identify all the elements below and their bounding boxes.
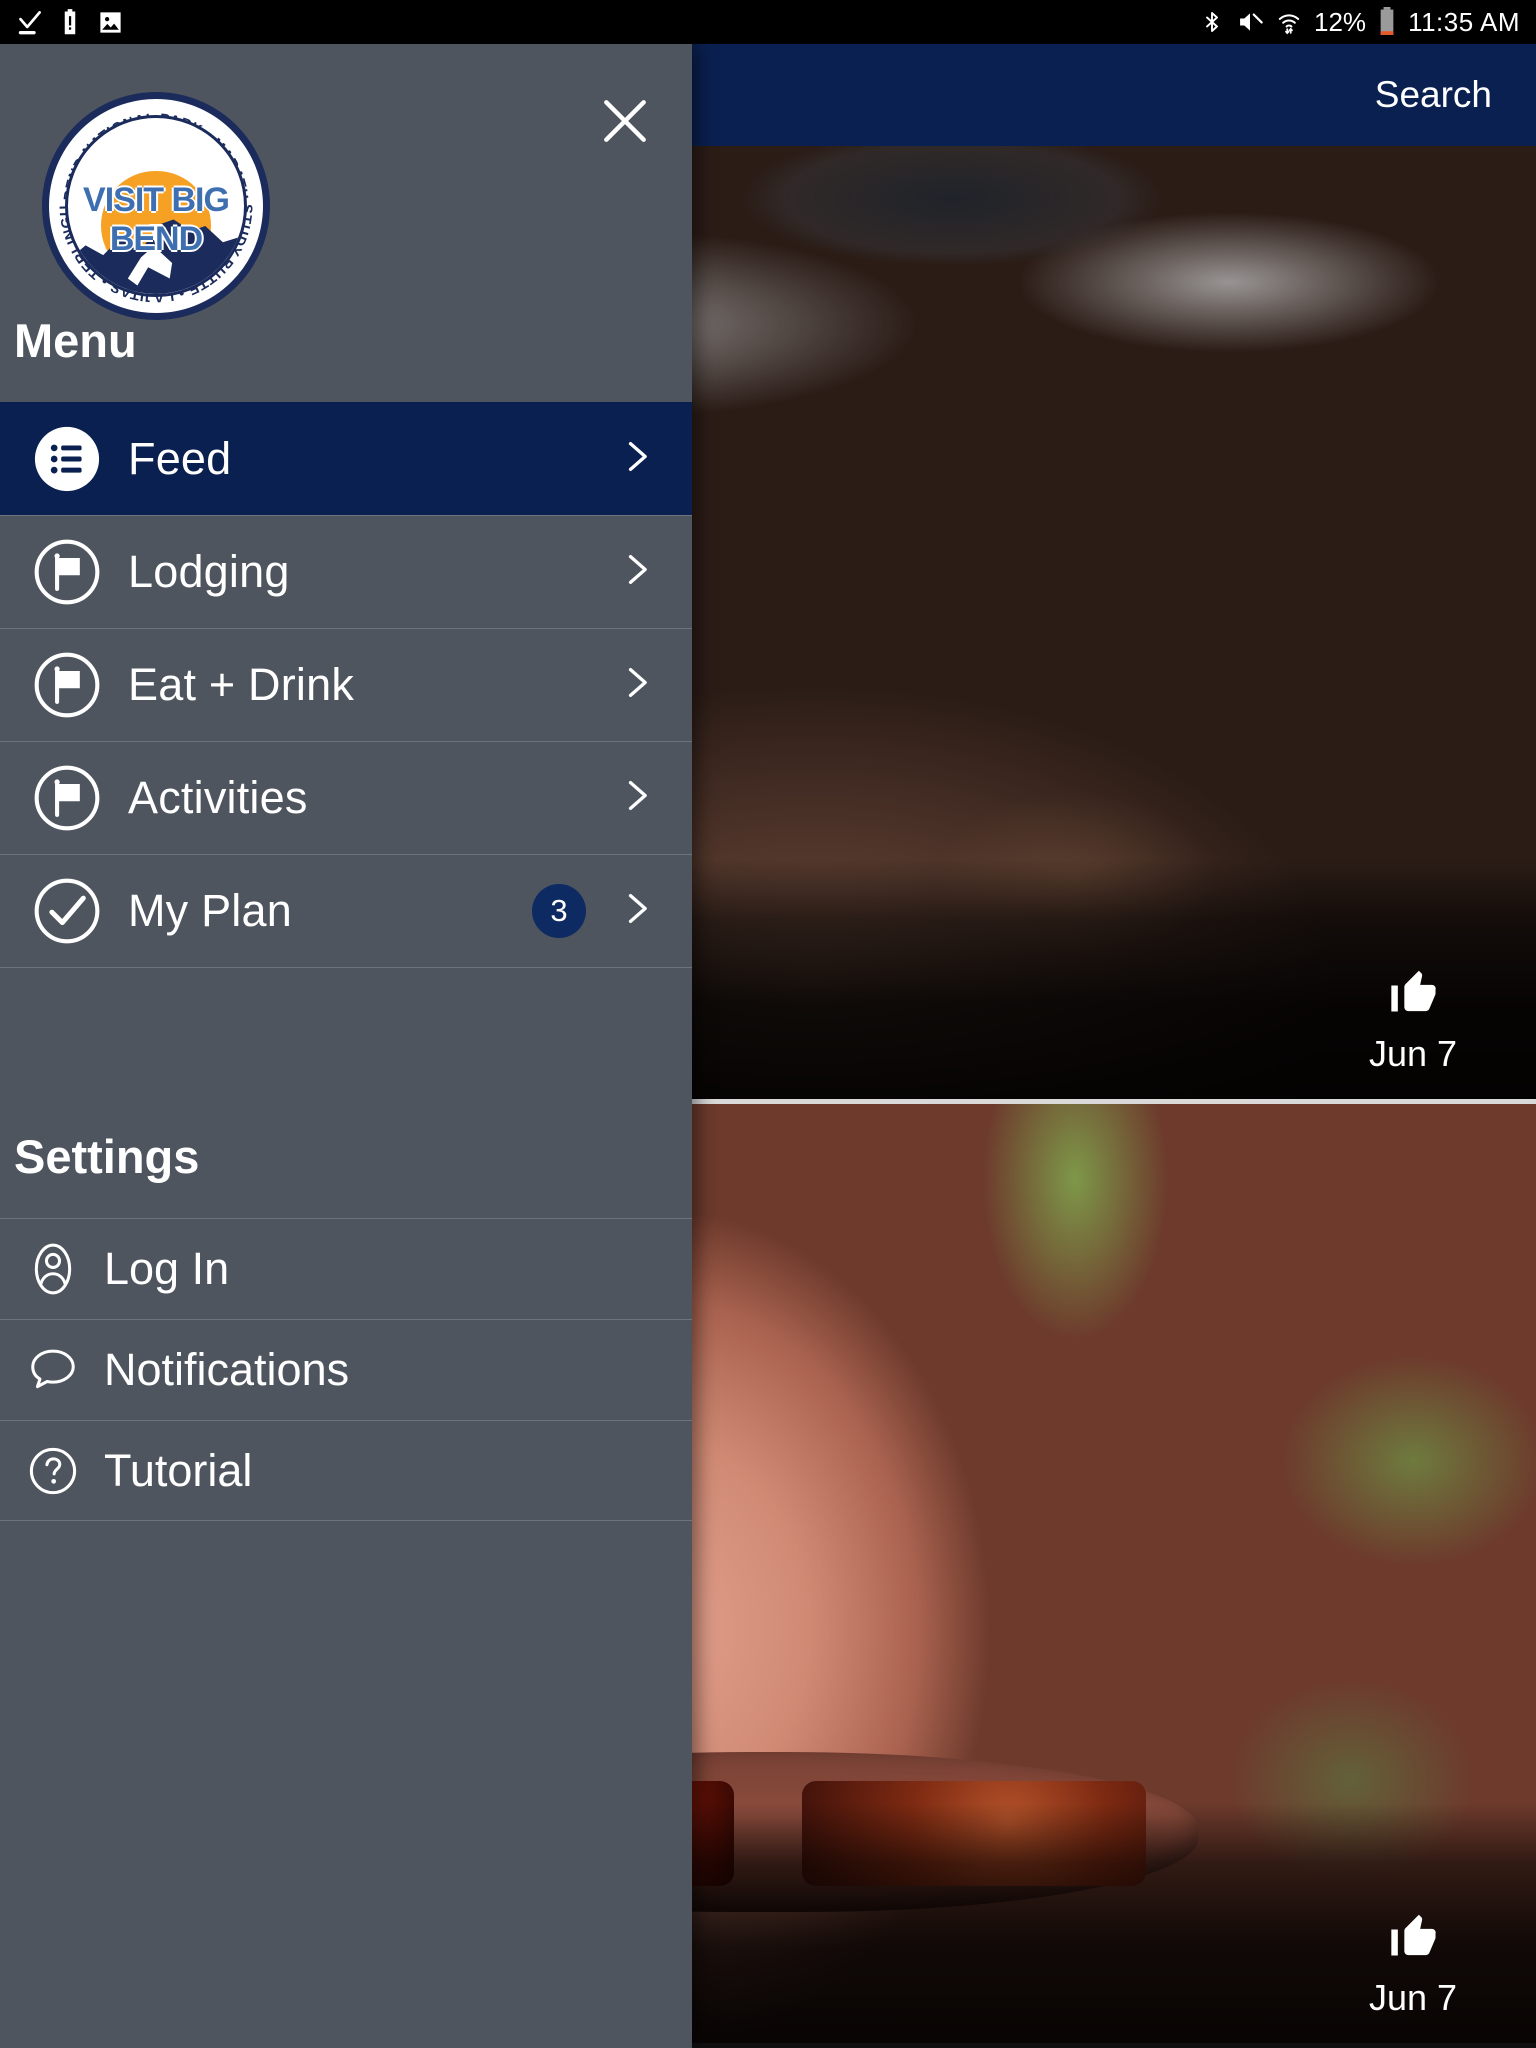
- my-plan-count-badge: 3: [532, 884, 586, 938]
- sidebar-item-lodging[interactable]: Lodging: [0, 515, 692, 628]
- battery-icon: [1378, 7, 1396, 37]
- feed-card-meta: Jun 7: [1328, 1910, 1498, 2019]
- menu-section-title: Menu: [14, 314, 137, 367]
- checkmark-download-icon: [16, 9, 43, 36]
- status-bar-right-icons: 12% 11:35 AM: [1200, 7, 1520, 38]
- sidebar-item-label: Lodging: [128, 546, 290, 597]
- drawer-spacer: [0, 967, 692, 1089]
- status-bar-left-icons: [16, 8, 124, 36]
- flag-icon: [30, 761, 104, 835]
- sidebar-item-log-in[interactable]: Log In: [0, 1218, 692, 1319]
- feed-card-date: Jun 7: [1368, 1977, 1458, 2018]
- battery-alert-icon: [59, 8, 81, 36]
- feed-card-date: Jun 7: [1368, 1033, 1458, 1074]
- settings-section-title: Settings: [14, 1130, 200, 1183]
- sidebar-item-feed[interactable]: Feed: [0, 402, 692, 515]
- person-icon: [24, 1240, 82, 1298]
- thumbs-up-icon[interactable]: [1387, 966, 1439, 1023]
- status-bar: 12% 11:35 AM: [0, 0, 1536, 44]
- search-button[interactable]: Search: [1341, 44, 1536, 146]
- close-icon[interactable]: [586, 82, 664, 160]
- sidebar-item-tutorial[interactable]: Tutorial: [0, 1420, 692, 1521]
- search-button-label: Search: [1374, 74, 1492, 115]
- logo-inner-disc: VISIT BIG BEND: [65, 115, 247, 297]
- question-mark-icon: [24, 1442, 82, 1500]
- sidebar-item-my-plan[interactable]: My Plan 3: [0, 854, 692, 967]
- chat-bubble-icon: [24, 1341, 82, 1399]
- sidebar-item-activities[interactable]: Activities: [0, 741, 692, 854]
- sidebar-item-label: Feed: [128, 433, 232, 484]
- drawer-header: BIG BEND NATIONAL PARK • MARATHON • • ST…: [0, 44, 692, 402]
- sidebar-item-label: Eat + Drink: [128, 659, 355, 710]
- logo-wordmark: VISIT BIG BEND: [83, 181, 230, 259]
- battery-percent-label: 12%: [1314, 6, 1367, 37]
- sidebar-item-label: My Plan: [128, 885, 292, 936]
- navigation-drawer: BIG BEND NATIONAL PARK • MARATHON • • ST…: [0, 44, 692, 2048]
- chevron-right-icon: [614, 435, 658, 484]
- sidebar-item-eat-drink[interactable]: Eat + Drink: [0, 628, 692, 741]
- check-circle-icon: [30, 874, 104, 948]
- feed-card-meta: Jun 7: [1328, 966, 1498, 1075]
- sidebar-item-notifications[interactable]: Notifications: [0, 1319, 692, 1420]
- thumbs-up-icon[interactable]: [1387, 1910, 1439, 1967]
- bluetooth-icon: [1200, 8, 1224, 36]
- app-logo: BIG BEND NATIONAL PARK • MARATHON • • ST…: [42, 92, 270, 320]
- sidebar-item-label: Notifications: [104, 1344, 350, 1395]
- image-icon: [97, 9, 124, 36]
- list-icon: [30, 422, 104, 496]
- sidebar-item-label: Log In: [104, 1243, 230, 1294]
- flag-icon: [30, 648, 104, 722]
- sidebar-item-label: Activities: [128, 772, 308, 823]
- chevron-right-icon: [614, 661, 658, 710]
- flag-icon: [30, 535, 104, 609]
- status-bar-clock: 11:35 AM: [1408, 6, 1520, 37]
- sidebar-item-label: Tutorial: [104, 1444, 253, 1496]
- chevron-right-icon: [614, 548, 658, 597]
- wifi-icon: [1276, 8, 1302, 36]
- chevron-right-icon: [614, 774, 658, 823]
- chevron-right-icon: [614, 887, 658, 936]
- mute-icon: [1236, 8, 1264, 36]
